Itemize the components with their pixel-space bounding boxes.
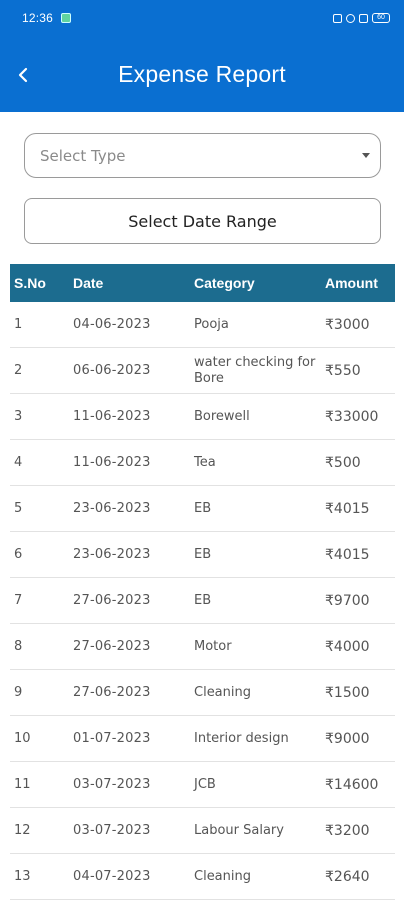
page-title: Expense Report: [118, 60, 286, 87]
cell-sno: 8: [14, 639, 23, 654]
cell-sno: 11: [14, 777, 31, 792]
cell-sno: 10: [14, 731, 31, 746]
cell-date: 27-06-2023: [73, 593, 151, 608]
cell-amount: ₹9000: [325, 730, 370, 747]
cell-date: 27-06-2023: [73, 685, 151, 700]
cell-amount: ₹4015: [325, 500, 370, 517]
table-row: 3 11-06-2023 Borewell ₹33000: [10, 394, 395, 440]
table-row: 12 03-07-2023 Labour Salary ₹3200: [10, 808, 395, 854]
cell-date: 11-06-2023: [73, 409, 151, 424]
back-arrow-icon: [18, 67, 28, 83]
back-button[interactable]: [8, 60, 38, 90]
cell-category: EB: [194, 546, 212, 562]
header-category: Category: [194, 275, 255, 291]
cell-amount: ₹4000: [325, 638, 370, 655]
table-header: S.No Date Category Amount: [10, 264, 395, 302]
status-bar: 12:36 60: [0, 0, 404, 36]
cell-sno: 6: [14, 547, 23, 562]
cell-category: Borewell: [194, 408, 250, 424]
cell-sno: 9: [14, 685, 23, 700]
table-row: 4 11-06-2023 Tea ₹500: [10, 440, 395, 486]
header-date: Date: [73, 275, 104, 291]
cell-sno: 1: [14, 317, 23, 332]
cell-sno: 4: [14, 455, 23, 470]
table-row: 8 27-06-2023 Motor ₹4000: [10, 624, 395, 670]
select-type-placeholder: Select Type: [40, 146, 126, 165]
cell-category: Pooja: [194, 316, 229, 332]
table-row: 13 04-07-2023 Cleaning ₹2640: [10, 854, 395, 900]
cell-amount: ₹1500: [325, 684, 370, 701]
cell-sno: 2: [14, 363, 23, 378]
battery-icon: 60: [372, 13, 390, 23]
cell-amount: ₹3200: [325, 822, 370, 839]
select-type-dropdown[interactable]: Select Type: [24, 133, 381, 178]
cell-date: 03-07-2023: [73, 777, 151, 792]
cell-category: JCB: [194, 776, 216, 792]
table-row: 10 01-07-2023 Interior design ₹9000: [10, 716, 395, 762]
table-row: 1 04-06-2023 Pooja ₹3000: [10, 302, 395, 348]
cell-category: Tea: [194, 454, 216, 470]
cell-category: Labour Salary: [194, 822, 284, 838]
cell-amount: ₹2640: [325, 868, 370, 885]
table-row: 5 23-06-2023 EB ₹4015: [10, 486, 395, 532]
cell-date: 23-06-2023: [73, 501, 151, 516]
cell-category: Cleaning: [194, 684, 251, 700]
alarm-icon: [346, 13, 355, 23]
cell-category: EB: [194, 500, 212, 516]
signal-icon: [359, 13, 368, 23]
header-amount: Amount: [325, 275, 378, 291]
expense-table: S.No Date Category Amount 1 04-06-2023 P…: [10, 264, 395, 900]
cell-date: 11-06-2023: [73, 455, 151, 470]
cell-amount: ₹9700: [325, 592, 370, 609]
cell-date: 01-07-2023: [73, 731, 151, 746]
cell-category: water checking for Bore: [194, 354, 316, 386]
table-row: 6 23-06-2023 EB ₹4015: [10, 532, 395, 578]
cell-category: Interior design: [194, 730, 289, 746]
cell-date: 23-06-2023: [73, 547, 151, 562]
cell-amount: ₹3000: [325, 316, 370, 333]
table-row: 11 03-07-2023 JCB ₹14600: [10, 762, 395, 808]
sim-icon: [333, 13, 342, 23]
header-sno: S.No: [14, 275, 46, 291]
cell-date: 04-07-2023: [73, 869, 151, 884]
cell-amount: ₹33000: [325, 408, 379, 425]
cell-amount: ₹550: [325, 362, 361, 379]
notification-icon: [61, 13, 72, 23]
cell-sno: 3: [14, 409, 23, 424]
table-row: 9 27-06-2023 Cleaning ₹1500: [10, 670, 395, 716]
select-date-range-button[interactable]: Select Date Range: [24, 198, 381, 244]
app-bar: Expense Report: [0, 36, 404, 112]
cell-sno: 12: [14, 823, 31, 838]
table-row: 2 06-06-2023 water checking for Bore ₹55…: [10, 348, 395, 394]
cell-date: 03-07-2023: [73, 823, 151, 838]
cell-date: 04-06-2023: [73, 317, 151, 332]
cell-amount: ₹4015: [325, 546, 370, 563]
cell-sno: 13: [14, 869, 31, 884]
status-time: 12:36: [22, 11, 54, 25]
cell-category: Motor: [194, 638, 232, 654]
cell-sno: 7: [14, 593, 23, 608]
cell-date: 27-06-2023: [73, 639, 151, 654]
table-row: 7 27-06-2023 EB ₹9700: [10, 578, 395, 624]
cell-sno: 5: [14, 501, 23, 516]
cell-date: 06-06-2023: [73, 363, 151, 378]
status-icons: 60: [333, 13, 390, 23]
cell-amount: ₹500: [325, 454, 361, 471]
dropdown-arrow-icon: [362, 153, 370, 158]
cell-category: EB: [194, 592, 212, 608]
cell-amount: ₹14600: [325, 776, 379, 793]
cell-category: Cleaning: [194, 868, 251, 884]
